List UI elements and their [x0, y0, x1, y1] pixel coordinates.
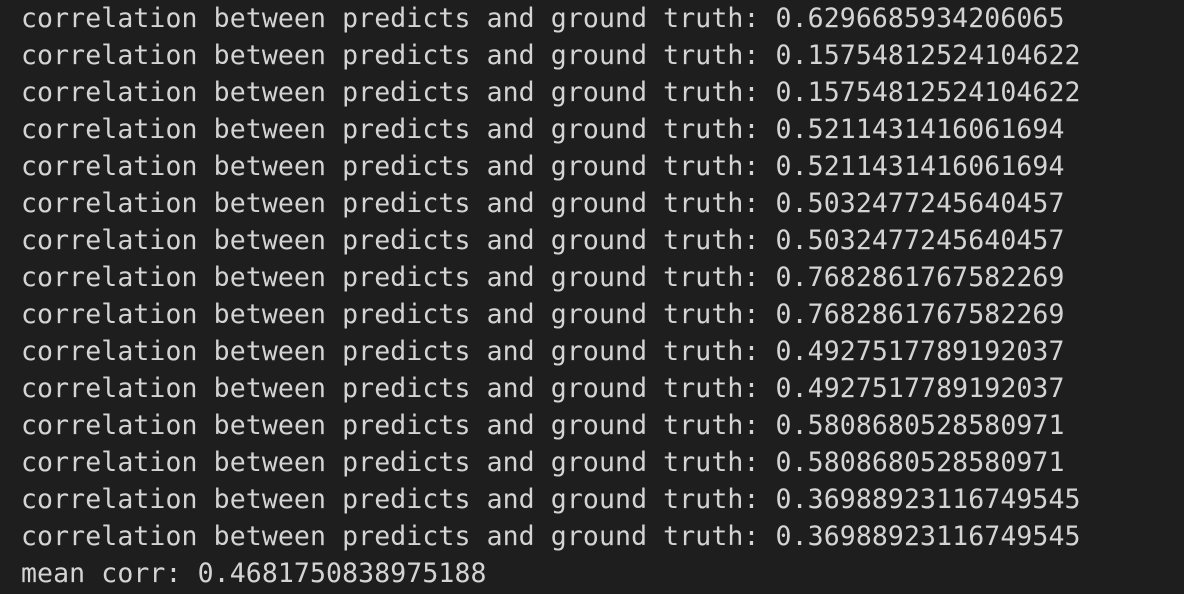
- terminal-output: correlation between predicts and ground …: [21, 0, 1184, 592]
- output-line: correlation between predicts and ground …: [21, 447, 1065, 478]
- output-line: correlation between predicts and ground …: [21, 77, 1081, 108]
- output-line: correlation between predicts and ground …: [21, 3, 1065, 34]
- output-line: correlation between predicts and ground …: [21, 188, 1065, 219]
- output-line: correlation between predicts and ground …: [21, 521, 1081, 552]
- output-line: correlation between predicts and ground …: [21, 151, 1065, 182]
- output-line: correlation between predicts and ground …: [21, 114, 1065, 145]
- output-line: correlation between predicts and ground …: [21, 336, 1065, 367]
- output-line: correlation between predicts and ground …: [21, 225, 1065, 256]
- output-line: correlation between predicts and ground …: [21, 40, 1081, 71]
- output-line: correlation between predicts and ground …: [21, 299, 1065, 330]
- output-line: correlation between predicts and ground …: [21, 484, 1081, 515]
- terminal-window[interactable]: correlation between predicts and ground …: [0, 0, 1184, 594]
- mean-corr-line: mean corr: 0.4681750838975188: [21, 558, 487, 589]
- output-line: correlation between predicts and ground …: [21, 262, 1065, 293]
- output-line: correlation between predicts and ground …: [21, 410, 1065, 441]
- output-line: correlation between predicts and ground …: [21, 373, 1065, 404]
